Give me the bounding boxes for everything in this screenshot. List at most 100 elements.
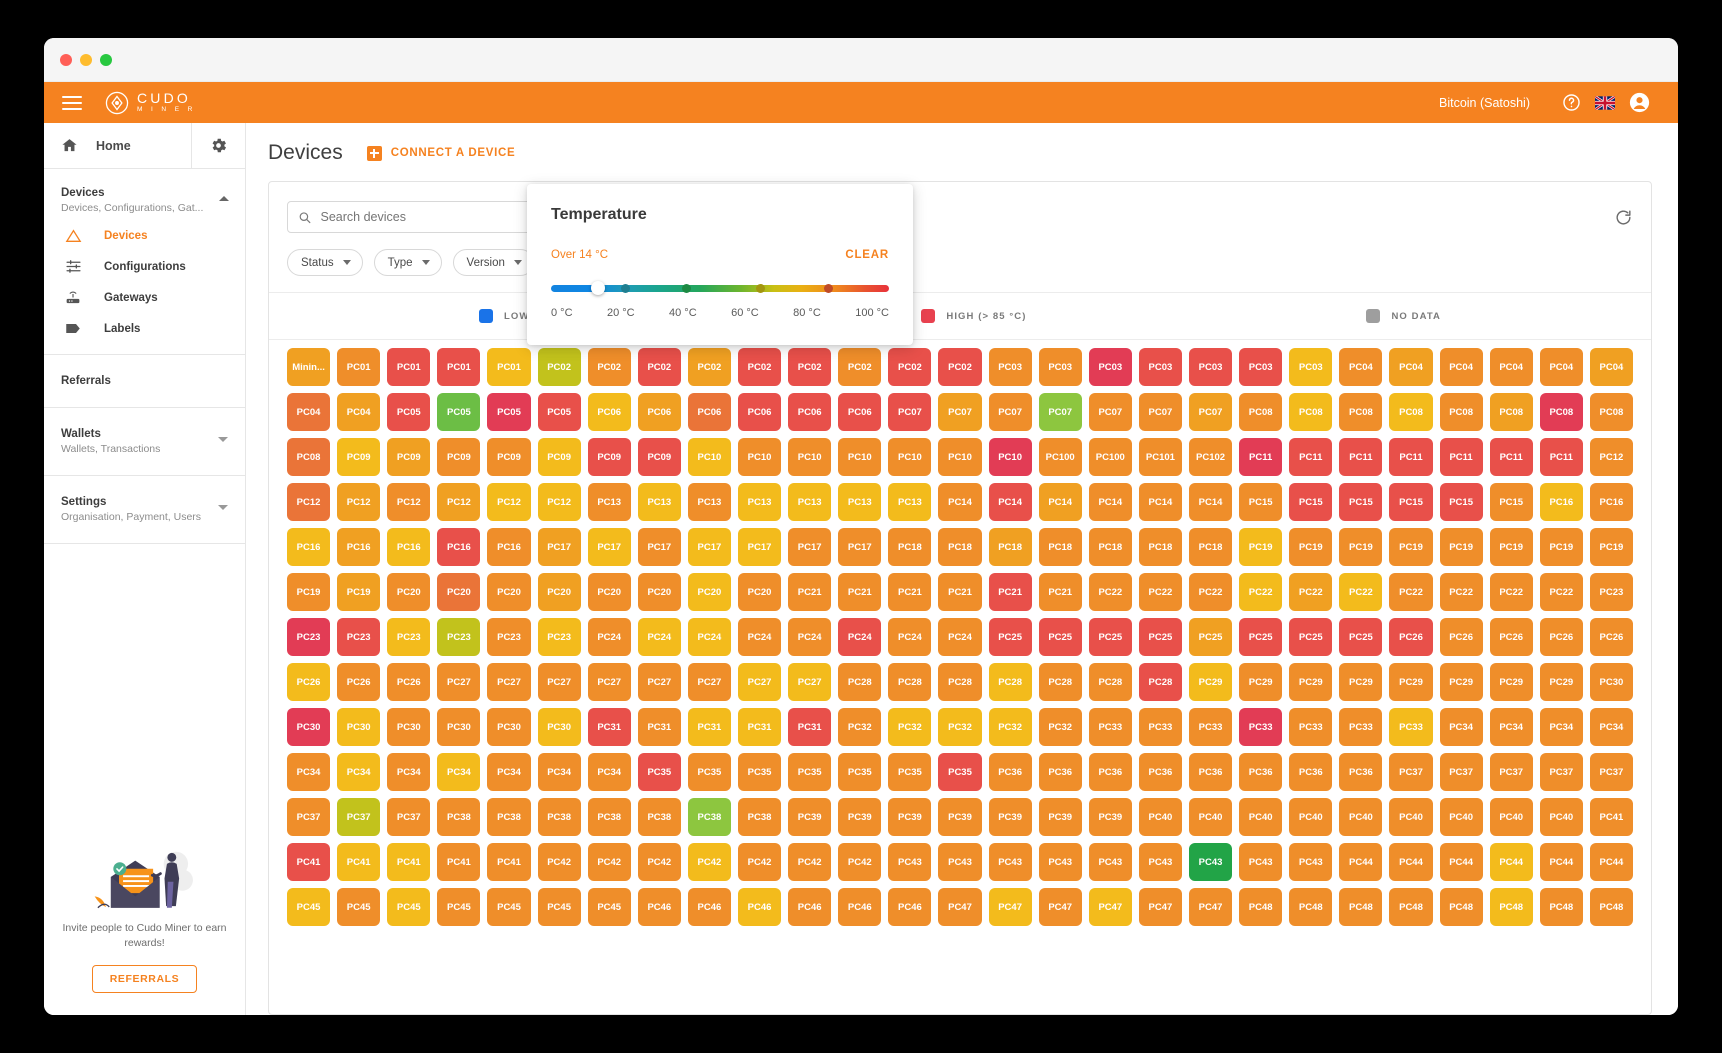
device-tile[interactable]: PC32: [938, 708, 982, 746]
device-tile[interactable]: PC37: [387, 798, 431, 836]
device-tile[interactable]: PC25: [1038, 618, 1082, 656]
device-tile[interactable]: PC19: [1589, 528, 1633, 566]
device-tile[interactable]: PC28: [888, 663, 932, 701]
device-tile[interactable]: PC25: [1239, 618, 1283, 656]
device-tile[interactable]: PC16: [437, 528, 481, 566]
device-tile[interactable]: PC47: [988, 888, 1032, 926]
device-tile[interactable]: PC08: [1439, 393, 1483, 431]
device-tile[interactable]: PC34: [387, 753, 431, 791]
device-tile[interactable]: PC31: [687, 708, 731, 746]
device-tile[interactable]: PC13: [888, 483, 932, 521]
search-input[interactable]: [320, 210, 524, 224]
device-tile[interactable]: PC07: [1188, 393, 1233, 431]
device-tile[interactable]: PC01: [437, 348, 481, 386]
filter-chip-type[interactable]: Type: [373, 249, 442, 276]
device-tile[interactable]: PC09: [537, 438, 581, 476]
device-tile[interactable]: PC31: [637, 708, 681, 746]
device-tile[interactable]: PC42: [788, 843, 832, 881]
device-tile[interactable]: PC14: [1038, 483, 1082, 521]
device-tile[interactable]: PC35: [637, 753, 681, 791]
device-tile[interactable]: PC48: [1489, 888, 1533, 926]
device-tile[interactable]: PC08: [1489, 393, 1533, 431]
device-tile[interactable]: PC05: [387, 393, 431, 431]
device-tile[interactable]: PC101: [1138, 438, 1182, 476]
device-tile[interactable]: PC41: [437, 843, 481, 881]
device-tile[interactable]: PC06: [788, 393, 832, 431]
device-tile[interactable]: PC02: [788, 348, 832, 386]
device-tile[interactable]: PC12: [387, 483, 431, 521]
device-tile[interactable]: PC07: [1138, 393, 1182, 431]
device-tile[interactable]: PC18: [1038, 528, 1082, 566]
device-tile[interactable]: PC26: [387, 663, 431, 701]
device-tile[interactable]: PC24: [737, 618, 782, 656]
device-tile[interactable]: PC43: [1088, 843, 1132, 881]
device-tile[interactable]: PC29: [1239, 663, 1283, 701]
device-tile[interactable]: PC01: [337, 348, 381, 386]
device-tile[interactable]: PC21: [938, 573, 982, 611]
device-tile[interactable]: PC35: [938, 753, 982, 791]
device-tile[interactable]: PC40: [1138, 798, 1182, 836]
device-tile[interactable]: PC100: [1088, 438, 1132, 476]
device-tile[interactable]: PC04: [1589, 348, 1633, 386]
device-tile[interactable]: PC02: [938, 348, 982, 386]
device-tile[interactable]: PC38: [537, 798, 581, 836]
device-tile[interactable]: PC38: [437, 798, 481, 836]
device-tile[interactable]: PC23: [537, 618, 581, 656]
device-tile[interactable]: PC09: [637, 438, 681, 476]
filter-chip-status[interactable]: Status: [287, 249, 363, 276]
device-tile[interactable]: PC30: [437, 708, 481, 746]
device-tile[interactable]: PC37: [1589, 753, 1633, 791]
device-tile[interactable]: PC09: [587, 438, 631, 476]
device-tile[interactable]: PC23: [487, 618, 531, 656]
device-tile[interactable]: PC17: [637, 528, 681, 566]
device-tile[interactable]: PC40: [1539, 798, 1583, 836]
device-tile[interactable]: PC20: [487, 573, 531, 611]
device-tile[interactable]: PC39: [938, 798, 982, 836]
device-tile[interactable]: PC26: [1539, 618, 1583, 656]
sidebar-wallets-header[interactable]: Wallets Wallets, Transactions: [61, 428, 228, 455]
device-tile[interactable]: PC10: [888, 438, 932, 476]
device-tile[interactable]: PC30: [537, 708, 581, 746]
device-tile[interactable]: PC03: [1088, 348, 1132, 386]
device-tile[interactable]: PC30: [337, 708, 381, 746]
device-tile[interactable]: PC43: [888, 843, 932, 881]
device-tile[interactable]: PC12: [337, 483, 381, 521]
device-tile[interactable]: PC28: [988, 663, 1032, 701]
chevron-down-icon[interactable]: [218, 437, 228, 442]
device-tile[interactable]: PC04: [1439, 348, 1483, 386]
device-tile[interactable]: PC08: [1289, 393, 1333, 431]
device-tile[interactable]: PC27: [537, 663, 581, 701]
device-tile[interactable]: PC03: [1038, 348, 1082, 386]
device-tile[interactable]: PC02: [587, 348, 631, 386]
device-tile[interactable]: PC42: [838, 843, 882, 881]
device-tile[interactable]: PC25: [1088, 618, 1132, 656]
device-tile[interactable]: PC19: [337, 573, 381, 611]
device-tile[interactable]: PC07: [938, 393, 982, 431]
device-tile[interactable]: PC33: [1339, 708, 1383, 746]
clear-filter-button[interactable]: CLEAR: [845, 249, 889, 261]
device-tile[interactable]: PC17: [788, 528, 832, 566]
device-tile[interactable]: PC04: [1539, 348, 1583, 386]
device-tile[interactable]: PC23: [337, 618, 381, 656]
device-tile[interactable]: PC08: [1389, 393, 1433, 431]
device-tile[interactable]: PC46: [637, 888, 681, 926]
device-tile[interactable]: PC17: [687, 528, 731, 566]
device-tile[interactable]: PC45: [287, 888, 331, 926]
device-tile[interactable]: PC26: [1439, 618, 1483, 656]
slider-thumb[interactable]: [591, 281, 606, 295]
device-tile[interactable]: PC37: [1539, 753, 1583, 791]
device-tile[interactable]: PC27: [437, 663, 481, 701]
device-tile[interactable]: PC20: [537, 573, 581, 611]
device-tile[interactable]: PC27: [737, 663, 782, 701]
device-tile[interactable]: PC34: [437, 753, 481, 791]
device-tile[interactable]: PC30: [1589, 663, 1633, 701]
device-tile[interactable]: PC44: [1589, 843, 1633, 881]
device-tile[interactable]: PC06: [737, 393, 782, 431]
device-tile[interactable]: PC39: [788, 798, 832, 836]
gear-icon[interactable]: [191, 123, 245, 168]
device-grid-scroll[interactable]: Minin... PC01 PC01 PC01 PC01 PC02 PC02 PC02 PC02…: [269, 340, 1651, 1014]
device-tile[interactable]: PC04: [337, 393, 381, 431]
device-tile[interactable]: PC13: [587, 483, 631, 521]
device-tile[interactable]: PC03: [988, 348, 1032, 386]
device-tile[interactable]: PC07: [1038, 393, 1082, 431]
